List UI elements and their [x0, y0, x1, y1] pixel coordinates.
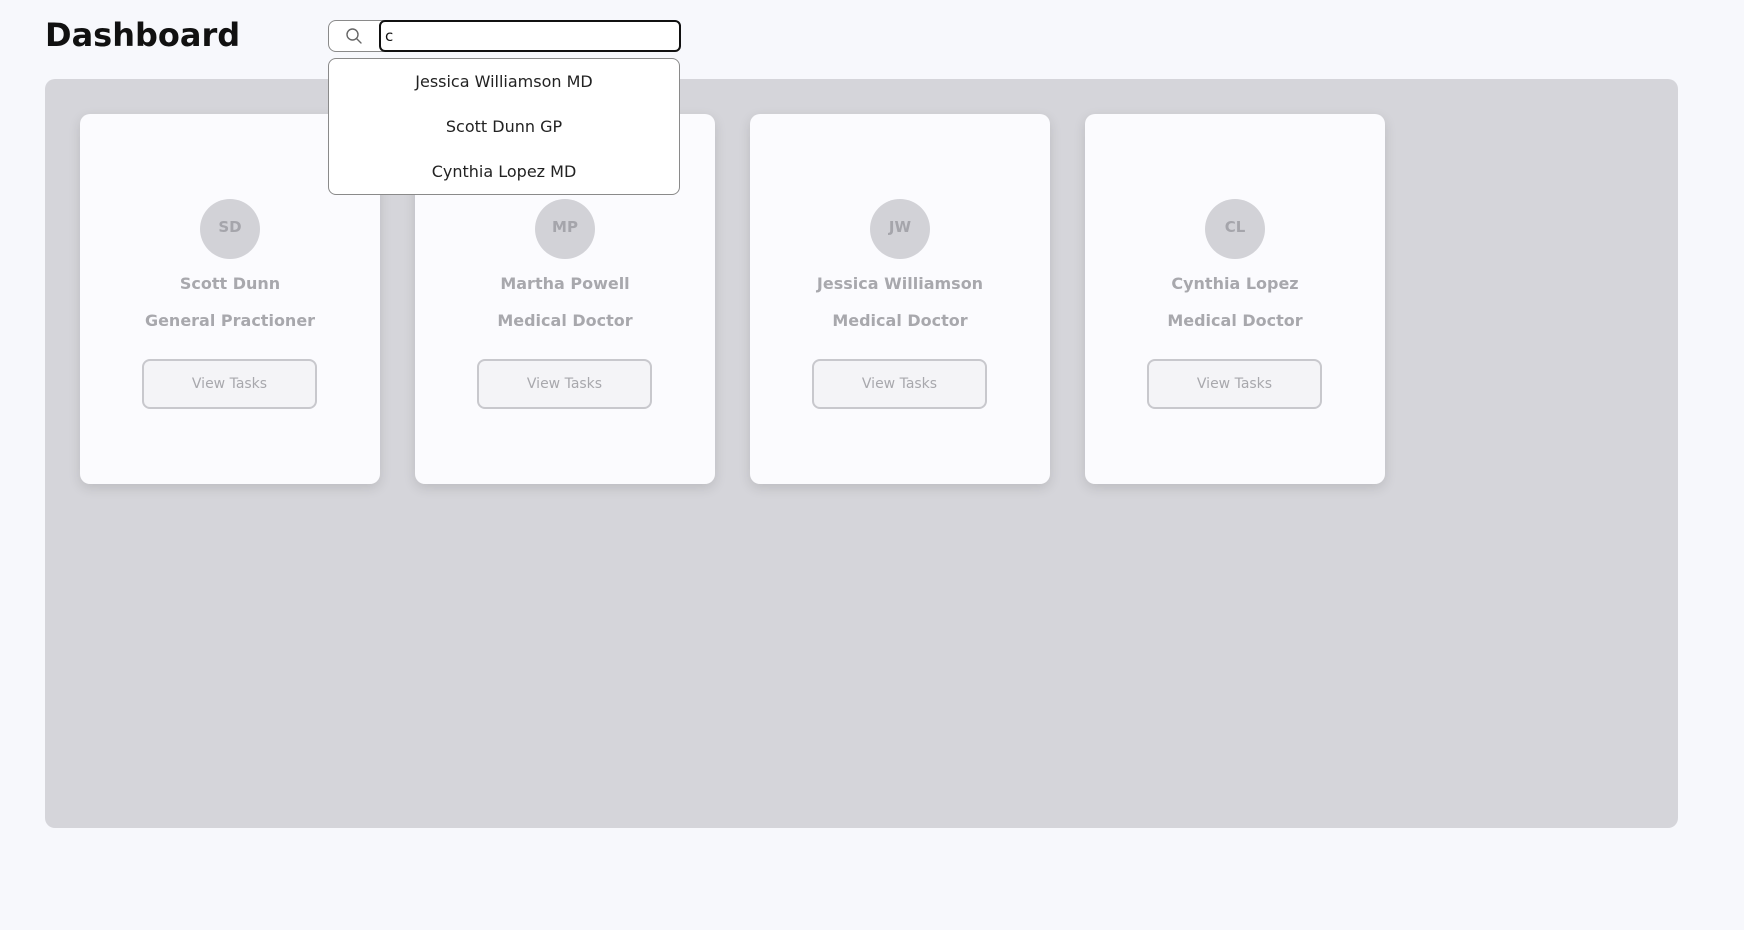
- doctor-card: JW Jessica Williamson Medical Doctor Vie…: [750, 114, 1050, 484]
- suggestion-item[interactable]: Scott Dunn GP: [329, 104, 679, 149]
- search-suggestions-dropdown: Jessica Williamson MD Scott Dunn GP Cynt…: [328, 58, 680, 195]
- avatar: SD: [200, 199, 260, 259]
- doctor-role: Medical Doctor: [497, 311, 633, 330]
- search-input[interactable]: [379, 20, 681, 52]
- doctor-role: General Practioner: [144, 311, 316, 330]
- view-tasks-button[interactable]: View Tasks: [812, 359, 987, 409]
- page-title: Dashboard: [45, 16, 241, 54]
- doctor-name: Martha Powell: [500, 274, 630, 293]
- view-tasks-button[interactable]: View Tasks: [477, 359, 652, 409]
- suggestion-item[interactable]: Cynthia Lopez MD: [329, 149, 679, 194]
- search-box: [328, 20, 681, 52]
- view-tasks-button[interactable]: View Tasks: [142, 359, 317, 409]
- doctor-role: Medical Doctor: [832, 311, 968, 330]
- doctors-panel: SD Scott Dunn General Practioner View Ta…: [45, 79, 1678, 828]
- doctor-card: CL Cynthia Lopez Medical Doctor View Tas…: [1085, 114, 1385, 484]
- suggestion-item[interactable]: Jessica Williamson MD: [329, 59, 679, 104]
- doctor-name: Scott Dunn: [179, 274, 281, 293]
- doctor-role: Medical Doctor: [1167, 311, 1303, 330]
- view-tasks-button[interactable]: View Tasks: [1147, 359, 1322, 409]
- doctor-name: Jessica Williamson: [816, 274, 984, 293]
- doctor-name: Cynthia Lopez: [1171, 274, 1299, 293]
- search-icon: [345, 27, 363, 45]
- avatar: JW: [870, 199, 930, 259]
- avatar: CL: [1205, 199, 1265, 259]
- avatar: MP: [535, 199, 595, 259]
